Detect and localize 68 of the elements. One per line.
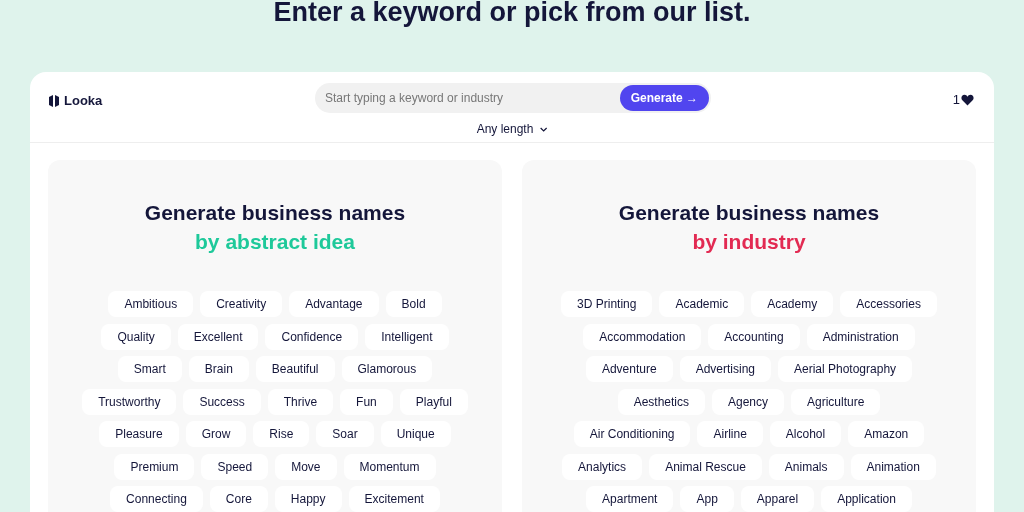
tag-chip[interactable]: Grow — [185, 421, 247, 447]
tag-chip[interactable]: Intelligent — [365, 323, 449, 350]
tag-chip[interactable]: Premium — [114, 453, 195, 480]
tag-chip[interactable]: Ambitious — [108, 291, 194, 317]
tag-chip[interactable]: Thrive — [267, 388, 334, 415]
length-dropdown[interactable]: Any length — [476, 120, 548, 138]
tag-chip[interactable]: Creativity — [200, 291, 283, 317]
tag-chip[interactable]: Aesthetics — [617, 388, 705, 415]
tag-chip[interactable]: Administration — [806, 323, 915, 350]
tag-chip[interactable]: Pleasure — [99, 421, 179, 447]
tag-chip[interactable]: Advertising — [679, 356, 771, 382]
tag-chip[interactable]: Airline — [697, 421, 763, 447]
tag-chip[interactable]: Connecting — [110, 486, 203, 512]
panel-subtitle: by abstract idea — [195, 229, 355, 255]
panel-title: Generate business names — [144, 200, 406, 226]
tag-chip[interactable]: Playful — [399, 388, 468, 415]
tag-chip[interactable]: Soar — [316, 421, 374, 447]
chevron-down-icon — [539, 126, 548, 132]
tag-chip[interactable]: Agriculture — [791, 388, 881, 415]
tag-chip[interactable]: Brain — [188, 356, 249, 382]
tag-chip[interactable]: Quality — [101, 323, 171, 350]
tag-chip[interactable]: 3D Printing — [561, 291, 653, 317]
tag-chip[interactable]: Glamorous — [341, 356, 433, 382]
panel-title: Generate business names — [618, 200, 880, 226]
tag-chip[interactable]: Animals — [768, 453, 844, 480]
tag-chip[interactable]: Apparel — [740, 486, 815, 512]
tag-chip[interactable]: Speed — [201, 453, 269, 480]
tag-chip[interactable]: Move — [275, 453, 337, 480]
tag-chip[interactable]: Academic — [659, 291, 745, 317]
tag-chip[interactable]: Trustworthy — [82, 388, 177, 415]
brand-name: Looka — [64, 92, 103, 110]
tag-chip[interactable]: Apartment — [586, 486, 674, 512]
tag-chip[interactable]: Animation — [850, 453, 936, 480]
tag-chip[interactable]: Application — [821, 486, 912, 512]
heart-icon[interactable] — [961, 93, 974, 106]
tag-chip[interactable]: Confidence — [265, 323, 359, 350]
tag-chip[interactable]: Agency — [712, 388, 784, 415]
tag-chip[interactable]: Excellent — [177, 323, 259, 350]
favorites-count: 1 — [952, 91, 960, 109]
tag-chip[interactable]: App — [680, 486, 734, 512]
page-heading: Enter a keyword or pick from our list. — [273, 0, 751, 26]
tag-chip[interactable]: Beautiful — [255, 356, 335, 382]
tag-chip[interactable]: Alcohol — [769, 421, 842, 447]
tag-chip[interactable]: Core — [209, 486, 268, 512]
generate-button[interactable]: Generate → — [619, 85, 709, 111]
panel-subtitle: by industry — [692, 229, 806, 255]
tag-chip[interactable]: Momentum — [343, 453, 436, 480]
tag-chip[interactable]: Smart — [117, 356, 182, 382]
search-field[interactable]: Start typing a keyword or industry Generate → — [315, 83, 711, 113]
tag-chip[interactable]: Academy — [751, 291, 834, 317]
tag-chip[interactable]: Success — [183, 388, 261, 415]
tag-chip[interactable]: Analytics — [562, 453, 643, 480]
tag-chip[interactable]: Accounting — [708, 323, 800, 350]
tag-chip[interactable]: Accessories — [840, 291, 937, 317]
tag-chip[interactable]: Fun — [340, 388, 393, 415]
tag-chip[interactable]: Rise — [253, 421, 310, 447]
tag-chip[interactable]: Adventure — [585, 356, 673, 382]
tag-chip[interactable]: Amazon — [848, 421, 925, 447]
logo-icon — [48, 94, 60, 107]
tag-chip[interactable]: Unique — [380, 421, 451, 447]
tag-chip[interactable]: Air Conditioning — [573, 421, 691, 447]
tag-chip[interactable]: Animal Rescue — [649, 453, 762, 480]
tag-chip[interactable]: Bold — [385, 291, 442, 317]
tag-chip[interactable]: Aerial Photography — [778, 356, 913, 382]
tag-chip[interactable]: Accommodation — [583, 323, 702, 350]
tag-chip[interactable]: Happy — [274, 486, 342, 512]
tag-chip[interactable]: Advantage — [289, 291, 379, 317]
tag-chip[interactable]: Excitement — [348, 486, 440, 512]
